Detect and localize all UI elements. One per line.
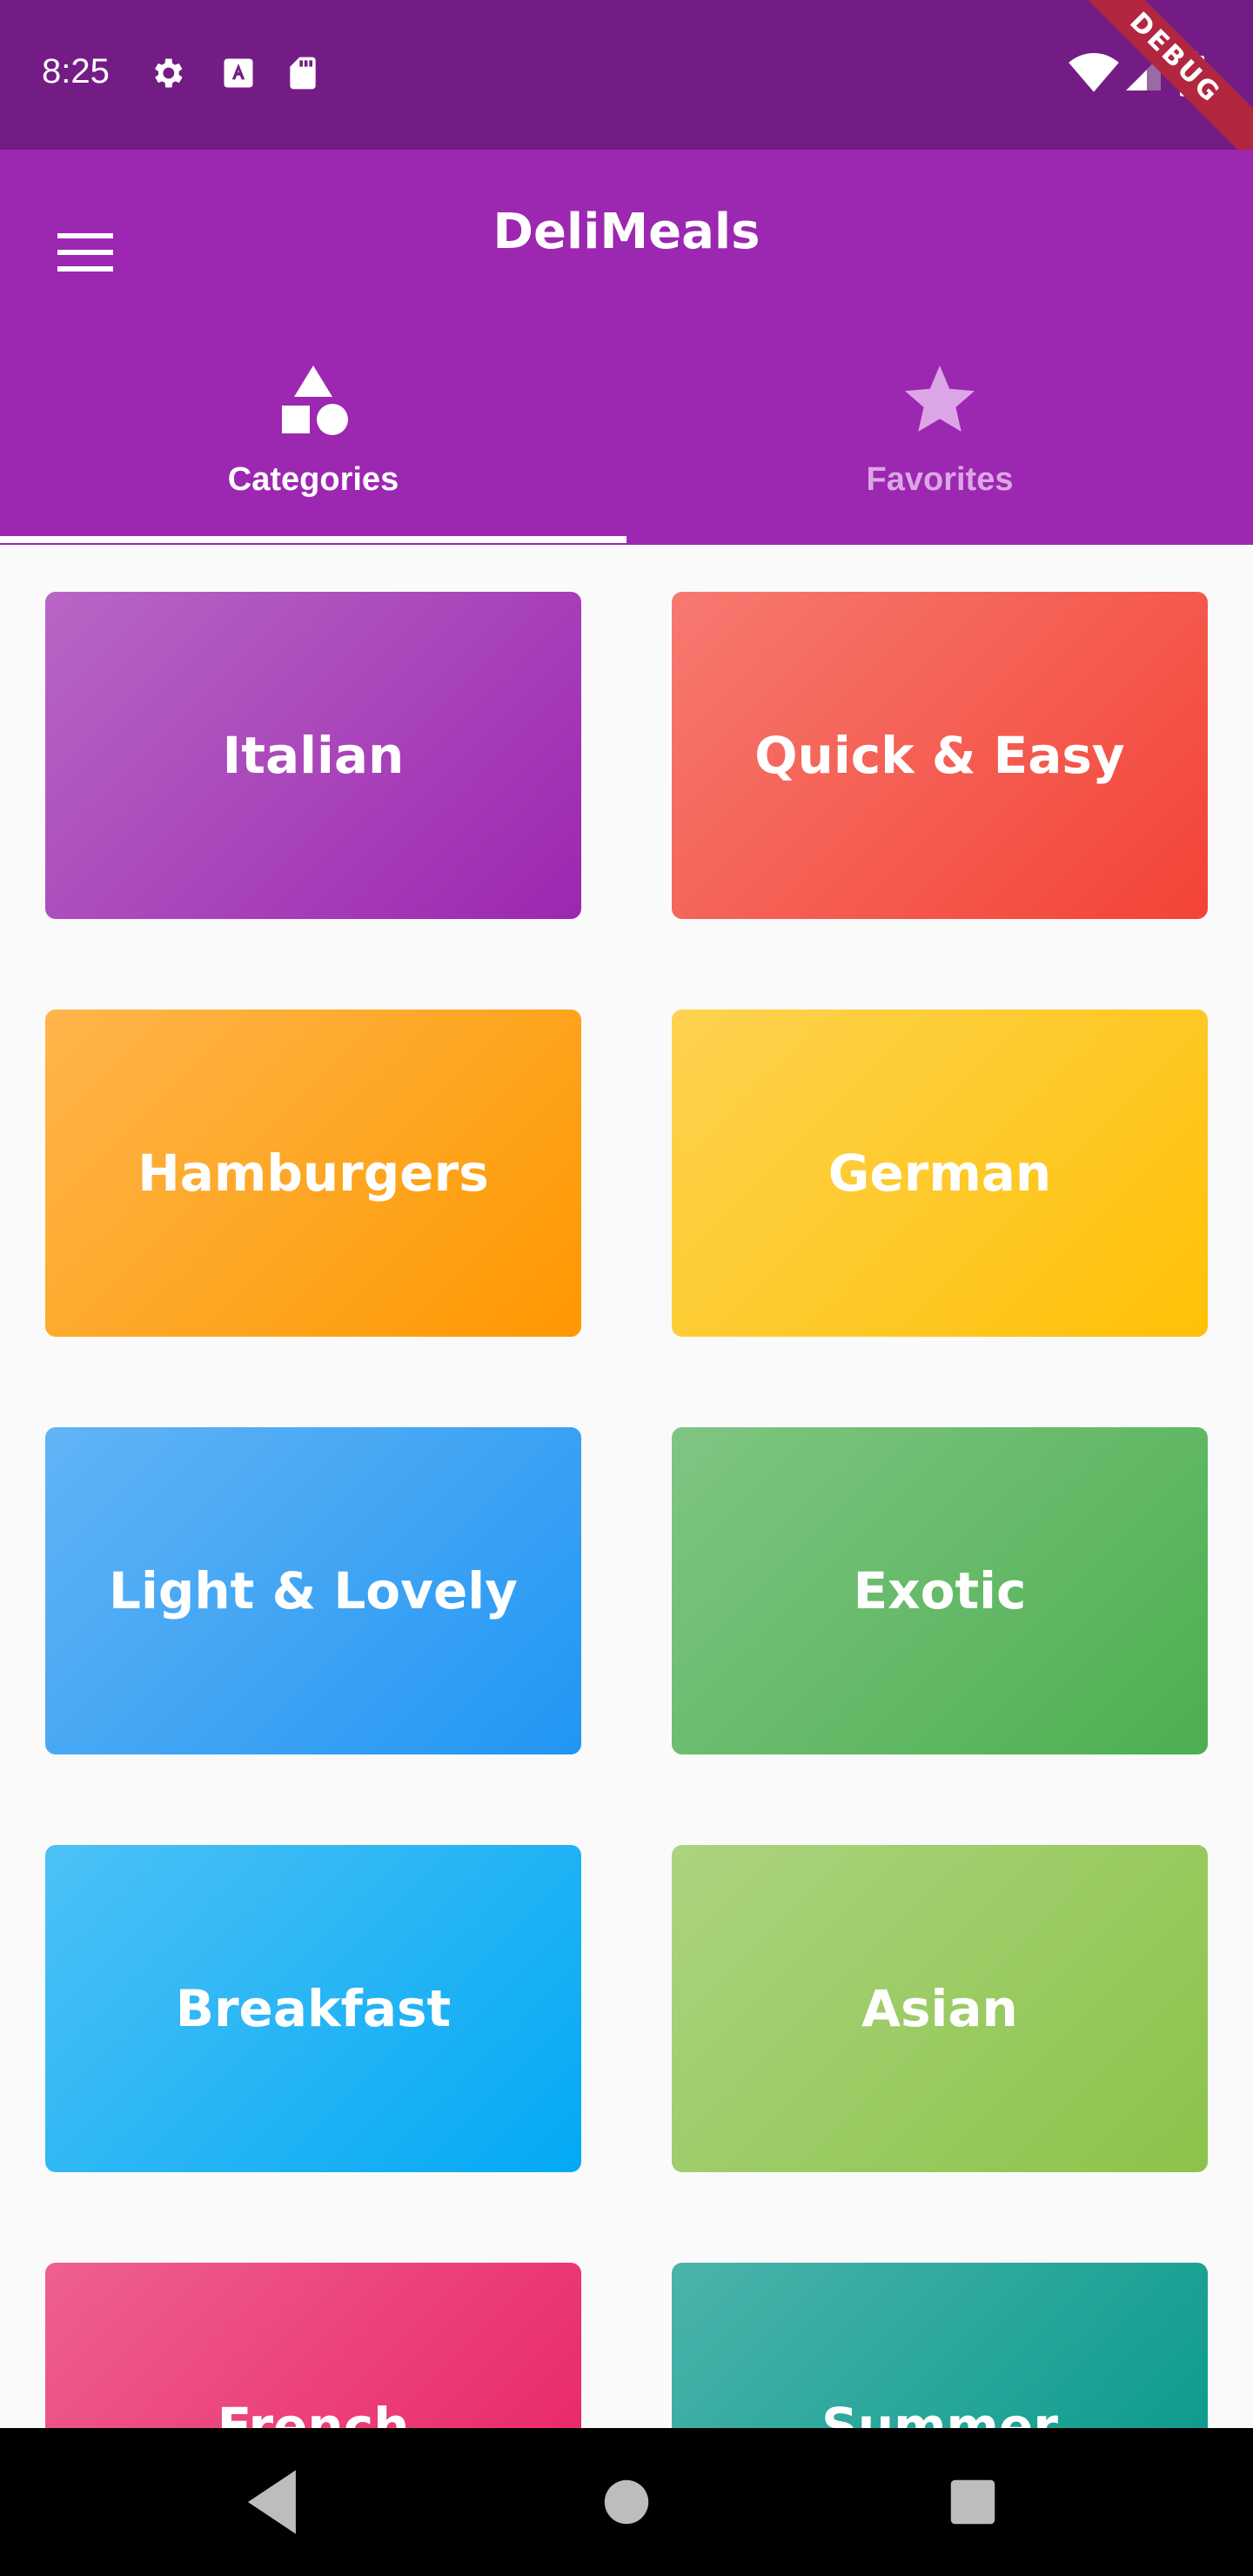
category-title: Summer <box>821 2397 1058 2428</box>
category-grid: Italian Quick & Easy Hamburgers German L… <box>0 545 1253 2428</box>
tab-label-favorites: Favorites <box>866 461 1014 498</box>
gear-icon <box>155 58 183 88</box>
wifi-icon <box>1069 52 1119 92</box>
tab-label-categories: Categories <box>227 461 399 498</box>
category-card-light-lovely[interactable]: Light & Lovely <box>45 1427 581 1754</box>
tab-categories[interactable]: Categories <box>0 350 626 545</box>
status-bar: 8:25 DEBUG <box>0 0 1253 150</box>
category-title: Breakfast <box>175 1979 452 2038</box>
app-bar: DeliMeals Categories Favorites <box>0 150 1253 545</box>
navigation-bar <box>0 2428 1253 2576</box>
category-title: Asian <box>861 1979 1018 2038</box>
star-icon <box>905 366 975 432</box>
category-shapes-icon <box>282 366 348 435</box>
category-title: Quick & Easy <box>754 726 1125 785</box>
home-icon[interactable] <box>579 2454 674 2550</box>
back-icon[interactable] <box>228 2454 324 2550</box>
category-card-quick-easy[interactable]: Quick & Easy <box>672 592 1208 919</box>
category-card-italian[interactable]: Italian <box>45 592 581 919</box>
category-card-exotic[interactable]: Exotic <box>672 1427 1208 1754</box>
category-title: German <box>828 1144 1052 1203</box>
category-title: Light & Lovely <box>109 1561 518 1620</box>
recents-icon[interactable] <box>925 2454 1021 2550</box>
category-card-french[interactable]: French <box>45 2263 581 2428</box>
status-time: 8:25 <box>42 52 110 91</box>
tab-indicator <box>0 536 626 543</box>
sd-card-icon <box>290 57 316 90</box>
category-card-summer[interactable]: Summer <box>672 2263 1208 2428</box>
category-card-german[interactable]: German <box>672 1010 1208 1337</box>
category-title: French <box>217 2397 410 2428</box>
category-title: Italian <box>222 726 405 785</box>
category-card-asian[interactable]: Asian <box>672 1845 1208 2172</box>
category-title: Hamburgers <box>137 1144 489 1203</box>
tab-favorites[interactable]: Favorites <box>626 350 1253 545</box>
text-a-icon <box>224 58 253 88</box>
category-card-breakfast[interactable]: Breakfast <box>45 1845 581 2172</box>
category-card-hamburgers[interactable]: Hamburgers <box>45 1010 581 1337</box>
category-title: Exotic <box>853 1561 1027 1620</box>
app-title: DeliMeals <box>492 204 761 260</box>
